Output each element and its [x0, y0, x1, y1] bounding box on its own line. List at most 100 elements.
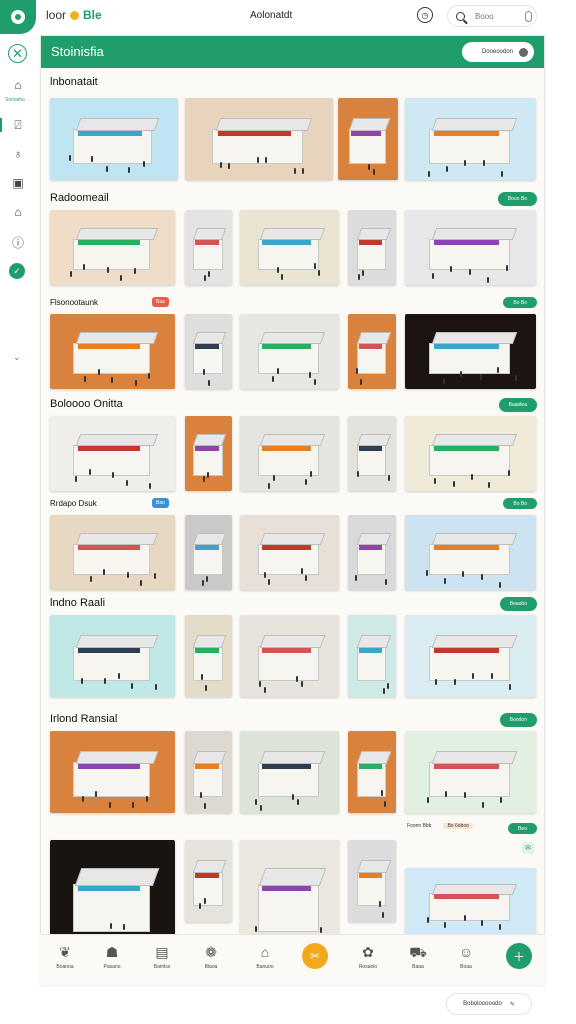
- bag-icon[interactable]: ▣: [10, 176, 26, 190]
- section-see-all-button[interactable]: Bo Bo: [503, 498, 537, 509]
- promo-labels: Foonn Bbb Bo 6oboo: [407, 823, 473, 829]
- shop-thumbnail[interactable]: [405, 515, 536, 590]
- search-input[interactable]: [475, 11, 509, 21]
- nav-item-gift[interactable]: ❁ Blaoa: [189, 943, 233, 970]
- shop-roof: [75, 228, 158, 240]
- home-icon[interactable]: ⌂: [10, 78, 26, 92]
- shopper-figure: [145, 796, 148, 803]
- section-see-all-button[interactable]: Bouo Bo: [497, 192, 537, 206]
- app-logo-icon[interactable]: [0, 0, 36, 34]
- nav-item-house[interactable]: ⌂ Banuoo: [243, 943, 287, 970]
- bottom-nav: ❦ Boanoa ☗ Pasano ▤ Bamlss ❁ Blaoa ⌂ Ban…: [40, 934, 545, 985]
- shop-thumbnail[interactable]: [185, 98, 333, 180]
- shop-sign: [433, 130, 499, 136]
- nav-item-chat[interactable]: ☺ Boaa: [444, 943, 488, 970]
- shop-roof: [259, 434, 326, 446]
- shop-thumbnail[interactable]: [240, 416, 339, 491]
- chevron-down-icon[interactable]: ⌄: [13, 352, 21, 363]
- top-bar: loor Blе Aolonatdt ◷: [0, 0, 576, 34]
- tag-icon[interactable]: ⍁: [10, 118, 26, 133]
- shop-thumbnail[interactable]: [50, 416, 175, 491]
- shop-thumbnail[interactable]: [240, 314, 339, 389]
- shopper-figure: [205, 685, 208, 691]
- shop-thumbnail[interactable]: [405, 615, 536, 697]
- shop-thumbnail[interactable]: [50, 615, 175, 697]
- shop-thumbnail[interactable]: [405, 210, 536, 285]
- shop-thumbnail[interactable]: [185, 840, 232, 922]
- shop-thumbnail[interactable]: [348, 210, 396, 285]
- section-see-all-button[interactable]: Bo Bo: [503, 297, 537, 308]
- search-box[interactable]: [447, 5, 537, 27]
- shop-thumbnail[interactable]: [185, 416, 232, 491]
- nav-item-person[interactable]: ☗ Pasano: [90, 943, 134, 970]
- shop-thumbnail[interactable]: [348, 314, 396, 389]
- info-icon[interactable]: ⓘ: [10, 234, 26, 251]
- nav-label: Banuoo: [256, 964, 274, 970]
- shop-thumbnail[interactable]: [185, 615, 232, 697]
- shop-thumbnail[interactable]: [405, 98, 536, 180]
- shop-thumbnail[interactable]: [185, 731, 232, 813]
- shopper-figure: [80, 678, 83, 684]
- clock-icon[interactable]: ◷: [417, 7, 433, 23]
- bell-icon[interactable]: ♁: [10, 147, 26, 161]
- shopper-figure: [368, 164, 370, 170]
- shop-thumbnail[interactable]: [405, 731, 536, 813]
- nav-item-settings[interactable]: ✿ Rosaolo: [346, 943, 390, 970]
- tools-fab-button[interactable]: ✂: [302, 943, 328, 969]
- promo-thumbnail[interactable]: [405, 868, 536, 934]
- shop-roof: [193, 434, 227, 446]
- shopper-figure: [426, 569, 429, 576]
- shop-thumbnail[interactable]: [338, 98, 398, 180]
- shopper-figure: [132, 801, 135, 808]
- shop-sign: [261, 886, 311, 891]
- shop-thumbnail[interactable]: [50, 210, 175, 285]
- close-icon[interactable]: ✕: [8, 44, 27, 63]
- shop-thumbnail[interactable]: [240, 210, 339, 285]
- shop-thumbnail[interactable]: [50, 731, 175, 813]
- section-header: Boloooo Onitta Baaidea: [41, 398, 544, 412]
- shop-sign: [351, 130, 381, 136]
- shop-thumbnail[interactable]: [185, 314, 232, 389]
- shop-sign: [195, 872, 219, 878]
- shop-thumbnail[interactable]: [185, 210, 232, 285]
- shop-roof: [74, 867, 159, 886]
- add-button[interactable]: ＋: [506, 943, 532, 969]
- section-header: lnbonatait: [41, 76, 544, 90]
- shop-thumbnail[interactable]: [405, 416, 536, 491]
- main-panel: Stoinisfia Dooeoodon lnbonatait Radoomeai…: [40, 35, 545, 985]
- shop-thumbnail[interactable]: [348, 731, 396, 813]
- nav-item-leaf[interactable]: ❦ Boanoa: [43, 943, 87, 970]
- shop-thumbnail[interactable]: [240, 615, 339, 697]
- shopper-figure: [109, 922, 112, 929]
- check-icon[interactable]: ✓: [9, 263, 25, 279]
- section-see-all-button[interactable]: Baaidea: [498, 398, 537, 412]
- section-see-all-button[interactable]: Beaobo: [499, 597, 537, 611]
- shop-thumbnail[interactable]: [240, 515, 339, 590]
- view-toggle[interactable]: Dooeoodon: [462, 42, 534, 62]
- section-see-all-button[interactable]: Beo: [508, 823, 537, 834]
- shop-thumbnail[interactable]: [240, 731, 339, 813]
- shopper-figure: [480, 573, 483, 580]
- nav-item-truck[interactable]: ⛟ Baaa: [396, 943, 440, 970]
- shop-thumbnail[interactable]: [185, 515, 232, 590]
- shop-thumbnail[interactable]: [50, 515, 175, 590]
- chat-bubble-icon[interactable]: ✉: [522, 842, 534, 854]
- settings-icon: ✿: [362, 944, 374, 960]
- store-icon[interactable]: ⌂: [10, 205, 26, 219]
- shop-roof: [356, 434, 391, 446]
- shop-thumbnail[interactable]: [348, 515, 396, 590]
- shop-thumbnail[interactable]: [50, 314, 175, 389]
- shopper-figure: [313, 262, 316, 269]
- shop-thumbnail[interactable]: [348, 416, 396, 491]
- nav-item-document[interactable]: ▤ Bamlss: [140, 943, 184, 970]
- section-see-all-button[interactable]: Boodon: [499, 713, 537, 727]
- section-header: Flsonootaunk Baa Bo Bo: [41, 296, 544, 310]
- shop-thumbnail[interactable]: [348, 840, 396, 922]
- brand: loor Blе: [46, 8, 102, 22]
- shop-thumbnail[interactable]: [50, 98, 178, 180]
- shopper-figure: [432, 272, 435, 279]
- shop-thumbnail[interactable]: [405, 314, 536, 389]
- shop-thumbnail[interactable]: [348, 615, 396, 697]
- mic-icon[interactable]: [525, 10, 532, 22]
- floating-chip[interactable]: Bobolooooodo ✎: [446, 993, 532, 1015]
